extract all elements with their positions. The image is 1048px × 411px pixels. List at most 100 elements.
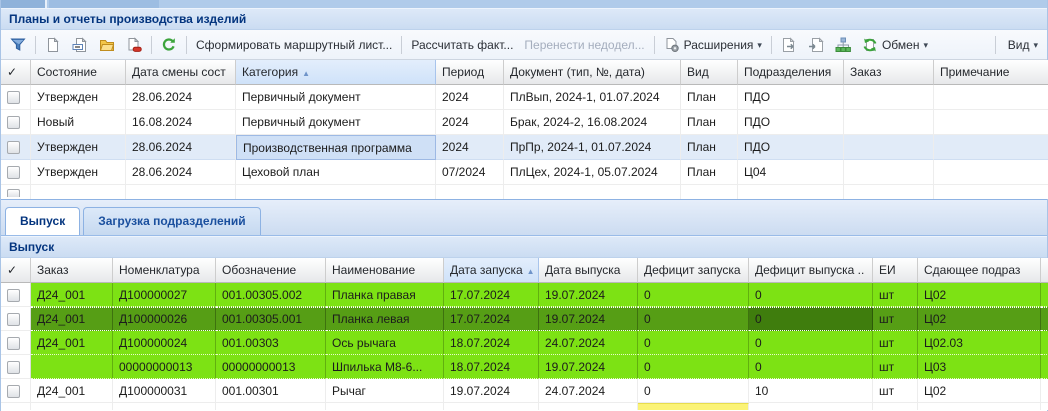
cell-period[interactable]: 2024 <box>436 135 504 160</box>
row-checkbox[interactable] <box>7 116 20 129</box>
cell-category-focused[interactable]: Производственная программа <box>236 135 436 160</box>
cell-state-date[interactable]: 28.06.2024 <box>126 135 236 160</box>
cell-division[interactable]: ПДО <box>738 110 844 135</box>
cell-division[interactable]: Ц03 <box>918 355 1041 379</box>
cell-state-date[interactable]: 28.06.2024 <box>126 85 236 110</box>
cell-division[interactable]: Ц02 <box>918 283 1041 307</box>
cell-start-date[interactable]: 19.07.2024 <box>444 379 539 403</box>
cell-deficit-release[interactable]: 0 <box>749 355 873 379</box>
column-header-start-date[interactable]: Дата запуска▲ <box>444 258 539 283</box>
cell-period[interactable]: 07/2024 <box>436 160 504 185</box>
column-header-nomenclature[interactable]: Номенклатура <box>113 258 216 283</box>
cell-deficit-start[interactable]: 0 <box>638 379 749 403</box>
release-row[interactable]: Д24_001 Д100000024 001.00303 Ось рычага … <box>1 331 1048 355</box>
delete-document-button[interactable] <box>121 34 147 56</box>
cell-order[interactable]: Д24_001 <box>31 331 113 355</box>
cell-state[interactable]: Утвержден <box>31 135 126 160</box>
cell-designation[interactable]: 001.00305.001 <box>216 307 326 331</box>
cell-start-date[interactable]: 18.07.2024 <box>444 331 539 355</box>
cell-unit[interactable]: шт <box>873 307 918 331</box>
cell-note[interactable] <box>934 85 1048 110</box>
cell-state[interactable]: Утвержден <box>31 85 126 110</box>
release-row[interactable]: Д24_001 Д100000031 001.00301 Рычаг 19.07… <box>1 379 1048 403</box>
cell-order[interactable] <box>31 355 113 379</box>
column-header-division[interactable]: Сдающее подраз <box>918 258 1041 283</box>
cell-name[interactable]: Шпилька М8-6... <box>326 355 444 379</box>
refresh-button[interactable] <box>156 34 182 56</box>
cell-nomenclature[interactable]: 00000000013 <box>113 355 216 379</box>
cell-state-date[interactable]: 28.06.2024 <box>126 160 236 185</box>
cell-name[interactable]: Ось рычага <box>326 331 444 355</box>
row-checkbox[interactable] <box>7 289 20 302</box>
cell-release-date[interactable]: 24.07.2024 <box>539 331 638 355</box>
select-all-header[interactable]: ✓ <box>1 258 31 283</box>
generate-route-sheet-button[interactable]: Сформировать маршрутный лист... <box>191 35 397 55</box>
cell-deficit-start[interactable]: 0 <box>638 283 749 307</box>
cell-name[interactable]: Рычаг <box>326 379 444 403</box>
column-header-document[interactable]: Документ (тип, №, дата) <box>504 60 681 85</box>
edit-document-button[interactable] <box>67 34 93 56</box>
cell-period[interactable]: 2024 <box>436 85 504 110</box>
column-header-order[interactable]: Заказ <box>31 258 113 283</box>
cell-unit[interactable]: шт <box>873 379 918 403</box>
extensions-menu-button[interactable]: Расширения ▾ <box>659 34 767 56</box>
cell-category[interactable]: Первичный документ <box>236 85 436 110</box>
open-folder-button[interactable] <box>94 34 120 56</box>
column-header-release-date[interactable]: Дата выпуска <box>539 258 638 283</box>
cell-start-date[interactable]: 18.07.2024 <box>444 355 539 379</box>
calculate-fact-button[interactable]: Рассчитать факт... <box>406 35 518 55</box>
cell-designation[interactable]: 001.00303 <box>216 331 326 355</box>
exchange-menu-button[interactable]: Обмен ▾ <box>857 34 933 56</box>
row-checkbox[interactable] <box>7 166 20 179</box>
row-checkbox[interactable] <box>7 91 20 104</box>
cell-release-date[interactable]: 19.07.2024 <box>539 283 638 307</box>
tab-load-divisions[interactable]: Загрузка подразделений <box>83 207 260 235</box>
column-header-deficit-release[interactable]: Дефицит выпуска .. <box>749 258 873 283</box>
cell-document[interactable]: Брак, 2024-2, 16.08.2024 <box>504 110 681 135</box>
row-checkbox[interactable] <box>7 141 20 154</box>
column-header-order[interactable]: Заказ <box>844 60 934 85</box>
cell-kind[interactable]: План <box>681 110 738 135</box>
column-header-designation[interactable]: Обозначение <box>216 258 326 283</box>
column-header-note[interactable]: Примечание <box>934 60 1048 85</box>
cell-division[interactable]: Ц02 <box>918 307 1041 331</box>
plans-row[interactable]: Утвержден 28.06.2024 Цеховой план 07/202… <box>1 160 1048 185</box>
cell-order[interactable]: Д24_001 <box>31 379 113 403</box>
release-row-selected[interactable]: Д24_001 Д100000026 001.00305.001 Планка … <box>1 307 1048 331</box>
cell-unit[interactable]: шт <box>873 331 918 355</box>
row-checkbox[interactable] <box>7 313 20 326</box>
cell-division[interactable]: ПДО <box>738 135 844 160</box>
cell-order[interactable]: Д24_001 <box>31 283 113 307</box>
tab-release[interactable]: Выпуск <box>5 207 80 235</box>
cell-kind[interactable]: План <box>681 85 738 110</box>
cell-designation[interactable]: 001.00301 <box>216 379 326 403</box>
cell-deficit-release-focused[interactable]: 0 <box>749 307 873 331</box>
column-header-deficit-start[interactable]: Дефицит запуска <box>638 258 749 283</box>
cell-nomenclature[interactable]: Д100000027 <box>113 283 216 307</box>
cell-deficit-start[interactable]: 0 <box>638 307 749 331</box>
plans-row-selected[interactable]: Утвержден 28.06.2024 Производственная пр… <box>1 135 1048 160</box>
cell-category[interactable]: Первичный документ <box>236 110 436 135</box>
cell-note[interactable] <box>934 160 1048 185</box>
cell-start-date[interactable]: 17.07.2024 <box>444 307 539 331</box>
cell-division[interactable]: Ц02.03 <box>918 331 1041 355</box>
cell-name[interactable]: Планка левая <box>326 307 444 331</box>
cell-document[interactable]: ПрПр, 2024-1, 01.07.2024 <box>504 135 681 160</box>
cell-division[interactable]: Ц02 <box>918 379 1041 403</box>
cell-state[interactable]: Утвержден <box>31 160 126 185</box>
view-menu-button[interactable]: Вид ▾ <box>1003 35 1043 55</box>
cell-note[interactable] <box>934 135 1048 160</box>
cell-period[interactable]: 2024 <box>436 110 504 135</box>
row-checkbox[interactable] <box>7 337 20 350</box>
cell-kind[interactable]: План <box>681 160 738 185</box>
row-checkbox[interactable] <box>7 385 20 398</box>
cell-state-date[interactable]: 16.08.2024 <box>126 110 236 135</box>
column-header-period[interactable]: Период <box>436 60 504 85</box>
release-row[interactable]: Д24_001 Д100000027 001.00305.002 Планка … <box>1 283 1048 307</box>
cell-start-date[interactable]: 17.07.2024 <box>444 283 539 307</box>
new-document-button[interactable] <box>40 34 66 56</box>
cell-unit[interactable]: шт <box>873 283 918 307</box>
plans-row[interactable]: Новый 16.08.2024 Первичный документ 2024… <box>1 110 1048 135</box>
cell-deficit-start[interactable]: 0 <box>638 355 749 379</box>
cell-order[interactable] <box>844 85 934 110</box>
